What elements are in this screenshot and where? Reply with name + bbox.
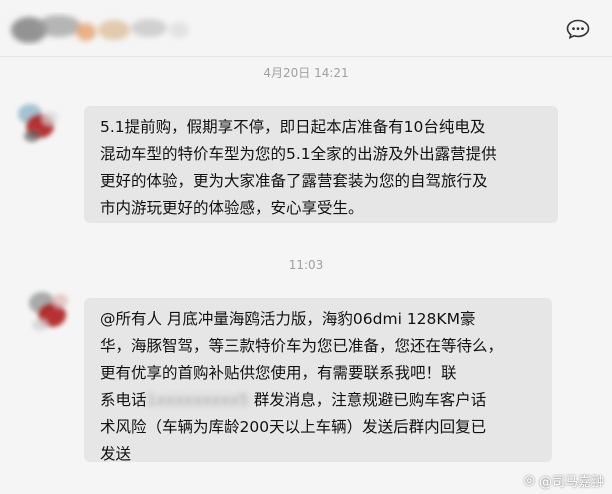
sender-avatar-blurred[interactable] (20, 283, 76, 339)
message-timestamp: 4月20日 14:21 (263, 66, 349, 80)
message-text: 群发消息，注意规避已购车客户话 (248, 391, 487, 409)
sender-avatar-blurred[interactable] (10, 96, 66, 152)
message-line: 发送 (100, 445, 132, 463)
message-line: 华，海豚智驾，等三款特价车为您已准备，您还在等待么， (100, 337, 504, 355)
message-line: 5.1提前购，假期享不停，即日起本店准备有10台纯电及 (100, 118, 486, 136)
redacted-phone-number: 1xxxxxxxxx5 (146, 391, 249, 409)
message-timestamp: 11:03 (288, 258, 324, 272)
message-bubble[interactable]: @所有人 月底冲量海鸥活力版，海豹06dmi 128KM豪 华，海豚智驾，等三款… (84, 298, 552, 463)
watermark-text: @司马嘉翀 (538, 475, 604, 490)
message-bubble[interactable]: 5.1提前购，假期享不停，即日起本店准备有10台纯电及 混动车型的特价车型为您的… (84, 106, 558, 223)
chat-header (0, 0, 612, 57)
message-line-with-redacted-phone: 系电话1xxxxxxxxx5 群发消息，注意规避已购车客户话 (100, 387, 536, 414)
message-line: @所有人 月底冲量海鸥活力版，海豹06dmi 128KM豪 (100, 310, 476, 328)
message-line: 市内游玩更好的体验感，安心享受生。 (100, 199, 364, 217)
chat-window: 4月20日 14:21 5.1提前购，假期享不停，即日起本店准备有10台纯电及 … (0, 0, 612, 494)
watermark: ◎ @司马嘉翀 (524, 471, 604, 490)
message-line: 术风险（车辆为库龄200天以上车辆）发送后群内回复已 (100, 418, 487, 436)
message-text: 系电话 (100, 391, 147, 409)
chat-more-icon[interactable] (566, 19, 590, 39)
message-line: 混动车型的特价车型为您的5.1全家的出游及外出露营提供 (100, 145, 497, 163)
message-line: 更有优享的首购补贴供您使用，有需要联系我吧！联 (100, 364, 457, 382)
message-line: 更好的体验，更为大家准备了露营套装为您的自驾旅行及 (100, 172, 488, 190)
weibo-logo-icon: ◎ (523, 473, 535, 488)
chat-title-blurred (11, 15, 189, 43)
